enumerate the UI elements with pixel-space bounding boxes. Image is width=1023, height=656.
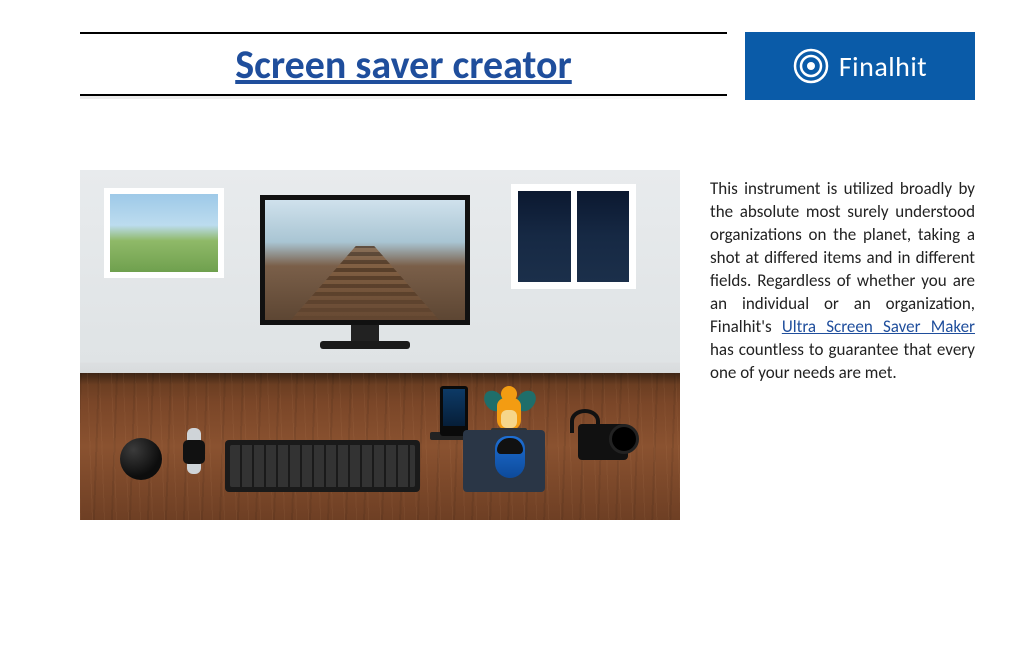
target-icon: [793, 48, 829, 84]
image-keyboard: [225, 440, 420, 492]
image-window-left: [104, 188, 224, 278]
title-box: Screen saver creator: [80, 32, 727, 96]
image-mouse: [495, 436, 525, 478]
hero-image: [80, 170, 680, 520]
title-container: Screen saver creator: [80, 32, 727, 100]
content: This instrument is utilized broadly by t…: [80, 170, 975, 616]
image-window-right: [511, 184, 636, 289]
body-text-before: This instrument is utilized broadly by t…: [710, 178, 975, 337]
image-ball: [120, 438, 162, 480]
body-text-after: has countless to guarantee that every on…: [710, 339, 975, 383]
body-text: This instrument is utilized broadly by t…: [710, 170, 975, 616]
image-watch: [178, 428, 210, 474]
image-phone: [440, 386, 468, 436]
image-camera: [570, 405, 645, 460]
header: Screen saver creator Finalhit: [80, 32, 975, 100]
image-monitor: [260, 195, 470, 350]
title-link[interactable]: Screen saver creator: [235, 40, 572, 89]
brand-logo: Finalhit: [745, 32, 975, 100]
product-link[interactable]: Ultra Screen Saver Maker: [782, 316, 975, 337]
image-figurine: [485, 376, 535, 432]
brand-name: Finalhit: [839, 49, 927, 84]
